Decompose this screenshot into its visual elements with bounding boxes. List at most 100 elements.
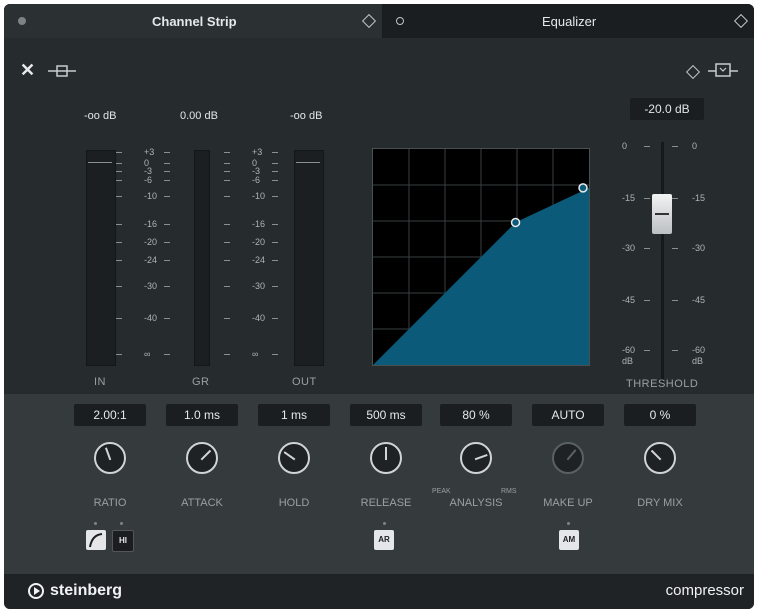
control-strip: PEAK RMS HI AR AM 2.00:1 RATIO 1.0 ms ATTAC… <box>4 394 754 574</box>
out-meter-value: -oo dB <box>290 110 323 122</box>
meter-scale-tick <box>224 171 230 172</box>
attack-knob-indicator <box>200 449 212 461</box>
make-up-value[interactable]: AUTO <box>532 404 604 426</box>
gr-meter-label: GR <box>192 376 210 388</box>
tab-equalizer[interactable]: Equalizer <box>384 8 754 40</box>
meter-scale-tick <box>164 152 170 153</box>
close-icon[interactable]: ✕ <box>20 60 35 81</box>
auto-release-button[interactable]: AR <box>374 530 394 550</box>
meter-scale-label: -16 <box>144 219 158 229</box>
make-up-knob[interactable] <box>552 442 584 474</box>
meter-scale-tick <box>116 286 122 287</box>
attack-knob[interactable] <box>186 442 218 474</box>
curve-node[interactable] <box>578 183 588 193</box>
ar-led <box>383 522 386 525</box>
curve-node[interactable] <box>510 217 521 228</box>
meter-scale-label: -6 <box>252 175 261 185</box>
ratio-knob[interactable] <box>94 442 126 474</box>
meter-scale-label: -10 <box>144 191 158 201</box>
analysis-peak-label: PEAK <box>432 488 451 495</box>
hold-value[interactable]: 1 ms <box>258 404 330 426</box>
meter-scale-tick <box>224 224 230 225</box>
threshold-fader-track[interactable] <box>661 142 664 382</box>
threshold-unit-label: dB <box>692 356 704 366</box>
dry-mix-knob[interactable] <box>644 442 676 474</box>
meter-scale-tick <box>164 180 170 181</box>
bypass-icon[interactable] <box>48 64 76 78</box>
dry-mix-value[interactable]: 0 % <box>624 404 696 426</box>
meter-scale-label: -30 <box>144 281 158 291</box>
threshold-scale-label: -30 <box>692 243 706 253</box>
meter-scale-tick <box>272 163 278 164</box>
meter-scale-label: -20 <box>144 237 158 247</box>
release-label: RELEASE <box>360 497 412 509</box>
analysis-value[interactable]: 80 % <box>440 404 512 426</box>
analysis-knob[interactable] <box>460 442 492 474</box>
meter-scale-tick <box>164 286 170 287</box>
meter-scale-label: -40 <box>252 313 266 323</box>
in-meter-value: -oo dB <box>84 110 117 122</box>
hi-button[interactable]: HI <box>112 530 134 552</box>
plugin-window: Channel Strip Equalizer ✕ -oo dB 0.00 dB… <box>4 4 754 609</box>
tab-channel-strip-label: Channel Strip <box>152 14 237 29</box>
meter-scale-tick <box>116 152 122 153</box>
soft-knee-button[interactable] <box>86 530 106 550</box>
meter-scale-tick <box>116 171 122 172</box>
meter-scale-label: -10 <box>252 191 266 201</box>
threshold-scale-label: 0 <box>622 141 628 151</box>
threshold-scale-label: -15 <box>622 193 636 203</box>
release-knob[interactable] <box>370 442 402 474</box>
meter-scale-tick <box>272 224 278 225</box>
attack-label: ATTACK <box>181 497 223 509</box>
threshold-label: THRESHOLD <box>626 378 699 390</box>
threshold-scale-label: -60 <box>622 345 636 355</box>
analysis-knob-indicator <box>474 453 488 461</box>
meter-scale-tick <box>116 180 122 181</box>
threshold-scale-tick <box>672 350 678 351</box>
meter-scale-label: +3 <box>252 147 263 157</box>
transfer-curve-graph[interactable] <box>372 148 590 366</box>
meter-scale-tick <box>272 152 278 153</box>
hold-knob[interactable] <box>278 442 310 474</box>
attack-value[interactable]: 1.0 ms <box>166 404 238 426</box>
auto-make-up-button[interactable]: AM <box>559 530 579 550</box>
routing-icon[interactable] <box>708 62 738 78</box>
threshold-scale-tick <box>672 198 678 199</box>
meter-scale-tick <box>224 163 230 164</box>
preset-diamond-icon[interactable] <box>733 13 749 29</box>
threshold-scale-label: -15 <box>692 193 706 203</box>
meter-scale-label: +3 <box>144 147 155 157</box>
threshold-scale-label: -30 <box>622 243 636 253</box>
meter-scale-tick <box>164 196 170 197</box>
preset-icon[interactable] <box>685 64 701 80</box>
gr-meter-value: 0.00 dB <box>180 110 218 122</box>
analysis-label: ANALYSIS <box>449 497 503 509</box>
gr-meter <box>194 150 210 366</box>
meter-scale-tick <box>272 171 278 172</box>
preset-diamond-icon[interactable] <box>361 13 377 29</box>
am-led <box>567 522 570 525</box>
release-value[interactable]: 500 ms <box>350 404 422 426</box>
meter-scale-tick <box>164 171 170 172</box>
threshold-value-display[interactable]: -20.0 dB <box>630 98 704 120</box>
tab-channel-strip[interactable]: Channel Strip <box>4 4 382 38</box>
product-name: compressor <box>665 582 744 599</box>
threshold-scale-label: -45 <box>622 295 636 305</box>
threshold-unit-label: dB <box>622 356 634 366</box>
meter-scale-label: -16 <box>252 219 266 229</box>
release-knob-indicator <box>385 447 387 460</box>
footer: steinberg compressor <box>4 574 754 609</box>
meter-scale-tick <box>272 318 278 319</box>
ratio-value[interactable]: 2.00:1 <box>74 404 146 426</box>
tab-equalizer-label: Equalizer <box>542 14 597 29</box>
meter-scale-tick <box>224 286 230 287</box>
meter-scale-label: ∞ <box>252 349 259 359</box>
meter-scale-tick <box>272 196 278 197</box>
tab-indicator-icon <box>396 17 404 25</box>
brand-name: steinberg <box>50 582 123 599</box>
ratio-knob-indicator <box>104 447 112 461</box>
threshold-scale-label: 0 <box>692 141 698 151</box>
meter-scale-tick <box>272 354 278 355</box>
threshold-fader-handle[interactable] <box>652 194 672 234</box>
meter-scale-tick <box>164 318 170 319</box>
